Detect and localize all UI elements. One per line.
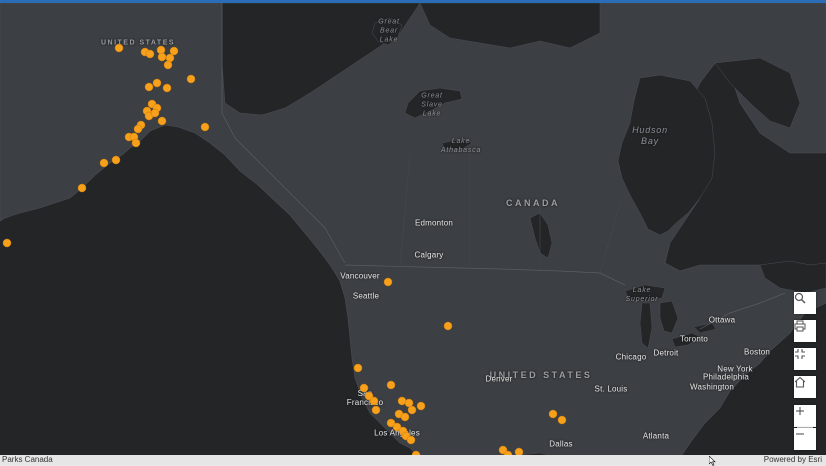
zoom-in-icon xyxy=(796,407,804,415)
park-marker[interactable] xyxy=(162,83,172,93)
park-marker[interactable] xyxy=(111,155,121,165)
park-marker[interactable] xyxy=(144,82,154,92)
park-marker[interactable] xyxy=(359,383,369,393)
search-icon xyxy=(794,292,806,304)
park-marker[interactable] xyxy=(369,396,379,406)
attribution-bar: Parks Canada Powered by Esri xyxy=(0,455,826,465)
print-button[interactable] xyxy=(794,320,816,342)
park-marker[interactable] xyxy=(406,435,416,445)
park-marker[interactable] xyxy=(371,405,381,415)
park-marker[interactable] xyxy=(400,412,410,422)
park-marker[interactable] xyxy=(145,49,155,59)
attribution-source: Parks Canada xyxy=(2,455,53,464)
park-marker[interactable] xyxy=(548,409,558,419)
map-view[interactable]: CANADA UNITED STATES UNITED STATES Great Be… xyxy=(0,0,826,465)
fullscreen-button[interactable] xyxy=(794,348,816,370)
park-marker[interactable] xyxy=(200,122,210,132)
park-marker[interactable] xyxy=(156,45,166,55)
park-marker[interactable] xyxy=(186,74,196,84)
zoom-in-button[interactable] xyxy=(794,405,816,427)
home-icon xyxy=(794,376,806,388)
park-marker[interactable] xyxy=(163,60,173,70)
park-marker[interactable] xyxy=(407,405,417,415)
park-marker[interactable] xyxy=(133,124,143,134)
park-marker[interactable] xyxy=(2,238,12,248)
park-marker[interactable] xyxy=(150,108,160,118)
search-button[interactable] xyxy=(794,292,816,314)
zoom-out-icon xyxy=(796,433,804,435)
fullscreen-icon xyxy=(795,349,805,359)
park-marker[interactable] xyxy=(397,396,407,406)
park-marker[interactable] xyxy=(77,183,87,193)
park-marker[interactable] xyxy=(557,415,567,425)
park-marker[interactable] xyxy=(157,116,167,126)
park-marker[interactable] xyxy=(131,138,141,148)
powered-by-esri-link[interactable]: Powered by Esri xyxy=(764,455,822,465)
zoom-out-button[interactable] xyxy=(794,428,816,450)
park-marker[interactable] xyxy=(157,52,167,62)
park-marker[interactable] xyxy=(114,43,124,53)
home-button[interactable] xyxy=(794,376,816,398)
park-marker[interactable] xyxy=(99,158,109,168)
park-marker[interactable] xyxy=(386,380,396,390)
park-marker[interactable] xyxy=(443,321,453,331)
park-marker[interactable] xyxy=(169,46,179,56)
park-marker[interactable] xyxy=(152,78,162,88)
park-marker[interactable] xyxy=(353,363,363,373)
park-marker[interactable] xyxy=(416,401,426,411)
print-icon xyxy=(794,320,806,332)
park-markers-layer[interactable] xyxy=(0,3,826,465)
park-marker[interactable] xyxy=(383,277,393,287)
park-marker[interactable] xyxy=(165,53,175,63)
